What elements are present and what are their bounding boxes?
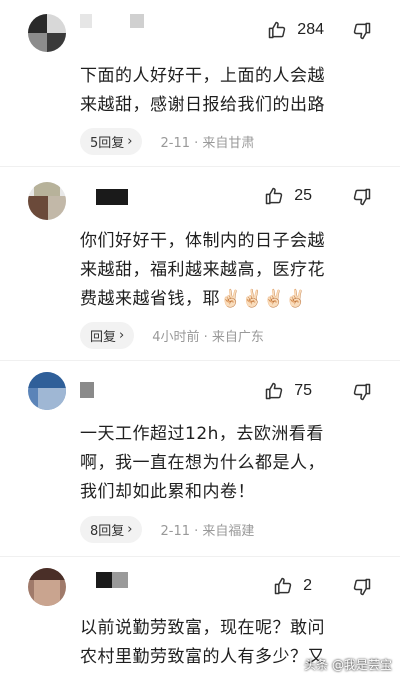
reply-button[interactable]: 5回复 › bbox=[80, 128, 143, 155]
reply-button[interactable]: 回复 › bbox=[80, 322, 135, 349]
thumbs-up-icon bbox=[274, 577, 292, 595]
timestamp-location: 2-11 · 来自福建 bbox=[160, 524, 255, 539]
divider bbox=[0, 556, 400, 557]
divider bbox=[0, 166, 400, 167]
like-count: 284 bbox=[297, 21, 324, 38]
thumbs-up-icon bbox=[269, 21, 286, 39]
comment-text: 一天工作超过12h，去欧洲看看 啊，我一直在想为什么都是人， 我们却如此累和内卷… bbox=[80, 424, 325, 502]
chevron-right-icon: › bbox=[119, 328, 125, 343]
avatar[interactable] bbox=[28, 182, 66, 220]
reply-button[interactable]: 8回复 › bbox=[80, 516, 143, 543]
like-count: 25 bbox=[294, 187, 312, 204]
like-button[interactable]: 284 bbox=[267, 20, 324, 40]
thumbs-down-icon bbox=[353, 188, 371, 206]
watermark: 头条 @我是芸宝 bbox=[304, 658, 392, 672]
username-redacted[interactable] bbox=[80, 382, 94, 398]
comment-meta: 5回复 › 2-11 · 来自甘肃 bbox=[80, 128, 254, 155]
dislike-button[interactable] bbox=[352, 187, 372, 211]
comment-meta: 回复 › 4小时前 · 来自广东 bbox=[80, 322, 264, 349]
username-redacted[interactable] bbox=[96, 189, 128, 205]
thumbs-down-icon bbox=[353, 22, 371, 40]
divider bbox=[0, 360, 400, 361]
like-count: 75 bbox=[294, 382, 312, 399]
avatar[interactable] bbox=[28, 372, 66, 410]
thumbs-down-icon bbox=[353, 383, 371, 401]
comment-meta: 8回复 › 2-11 · 来自福建 bbox=[80, 516, 254, 543]
dislike-button[interactable] bbox=[352, 21, 372, 45]
chevron-right-icon: › bbox=[127, 522, 133, 537]
avatar[interactable] bbox=[28, 14, 66, 52]
comment-text: 下面的人好好干，上面的人会越 来越甜，感谢日报给我们的出路 bbox=[80, 66, 325, 115]
username-redacted[interactable] bbox=[80, 14, 150, 30]
timestamp-location: 4小时前 · 来自广东 bbox=[152, 330, 264, 345]
thumbs-down-icon bbox=[353, 578, 371, 596]
comment-text: 你们好好干，体制内的日子会越 来越甜，福利越来越高，医疗花 费越来越省钱，耶✌🏻… bbox=[80, 231, 325, 309]
thumbs-up-icon bbox=[265, 382, 283, 400]
like-count: 2 bbox=[303, 577, 312, 594]
avatar[interactable] bbox=[28, 568, 66, 606]
timestamp-location: 2-11 · 来自甘肃 bbox=[160, 136, 255, 151]
thumbs-up-icon bbox=[265, 187, 283, 205]
like-button[interactable]: 25 bbox=[264, 186, 312, 206]
dislike-button[interactable] bbox=[352, 382, 372, 406]
dislike-button[interactable] bbox=[352, 577, 372, 601]
like-button[interactable]: 2 bbox=[273, 576, 312, 596]
like-button[interactable]: 75 bbox=[264, 381, 312, 401]
username-redacted[interactable] bbox=[96, 572, 130, 588]
chevron-right-icon: › bbox=[127, 134, 133, 149]
